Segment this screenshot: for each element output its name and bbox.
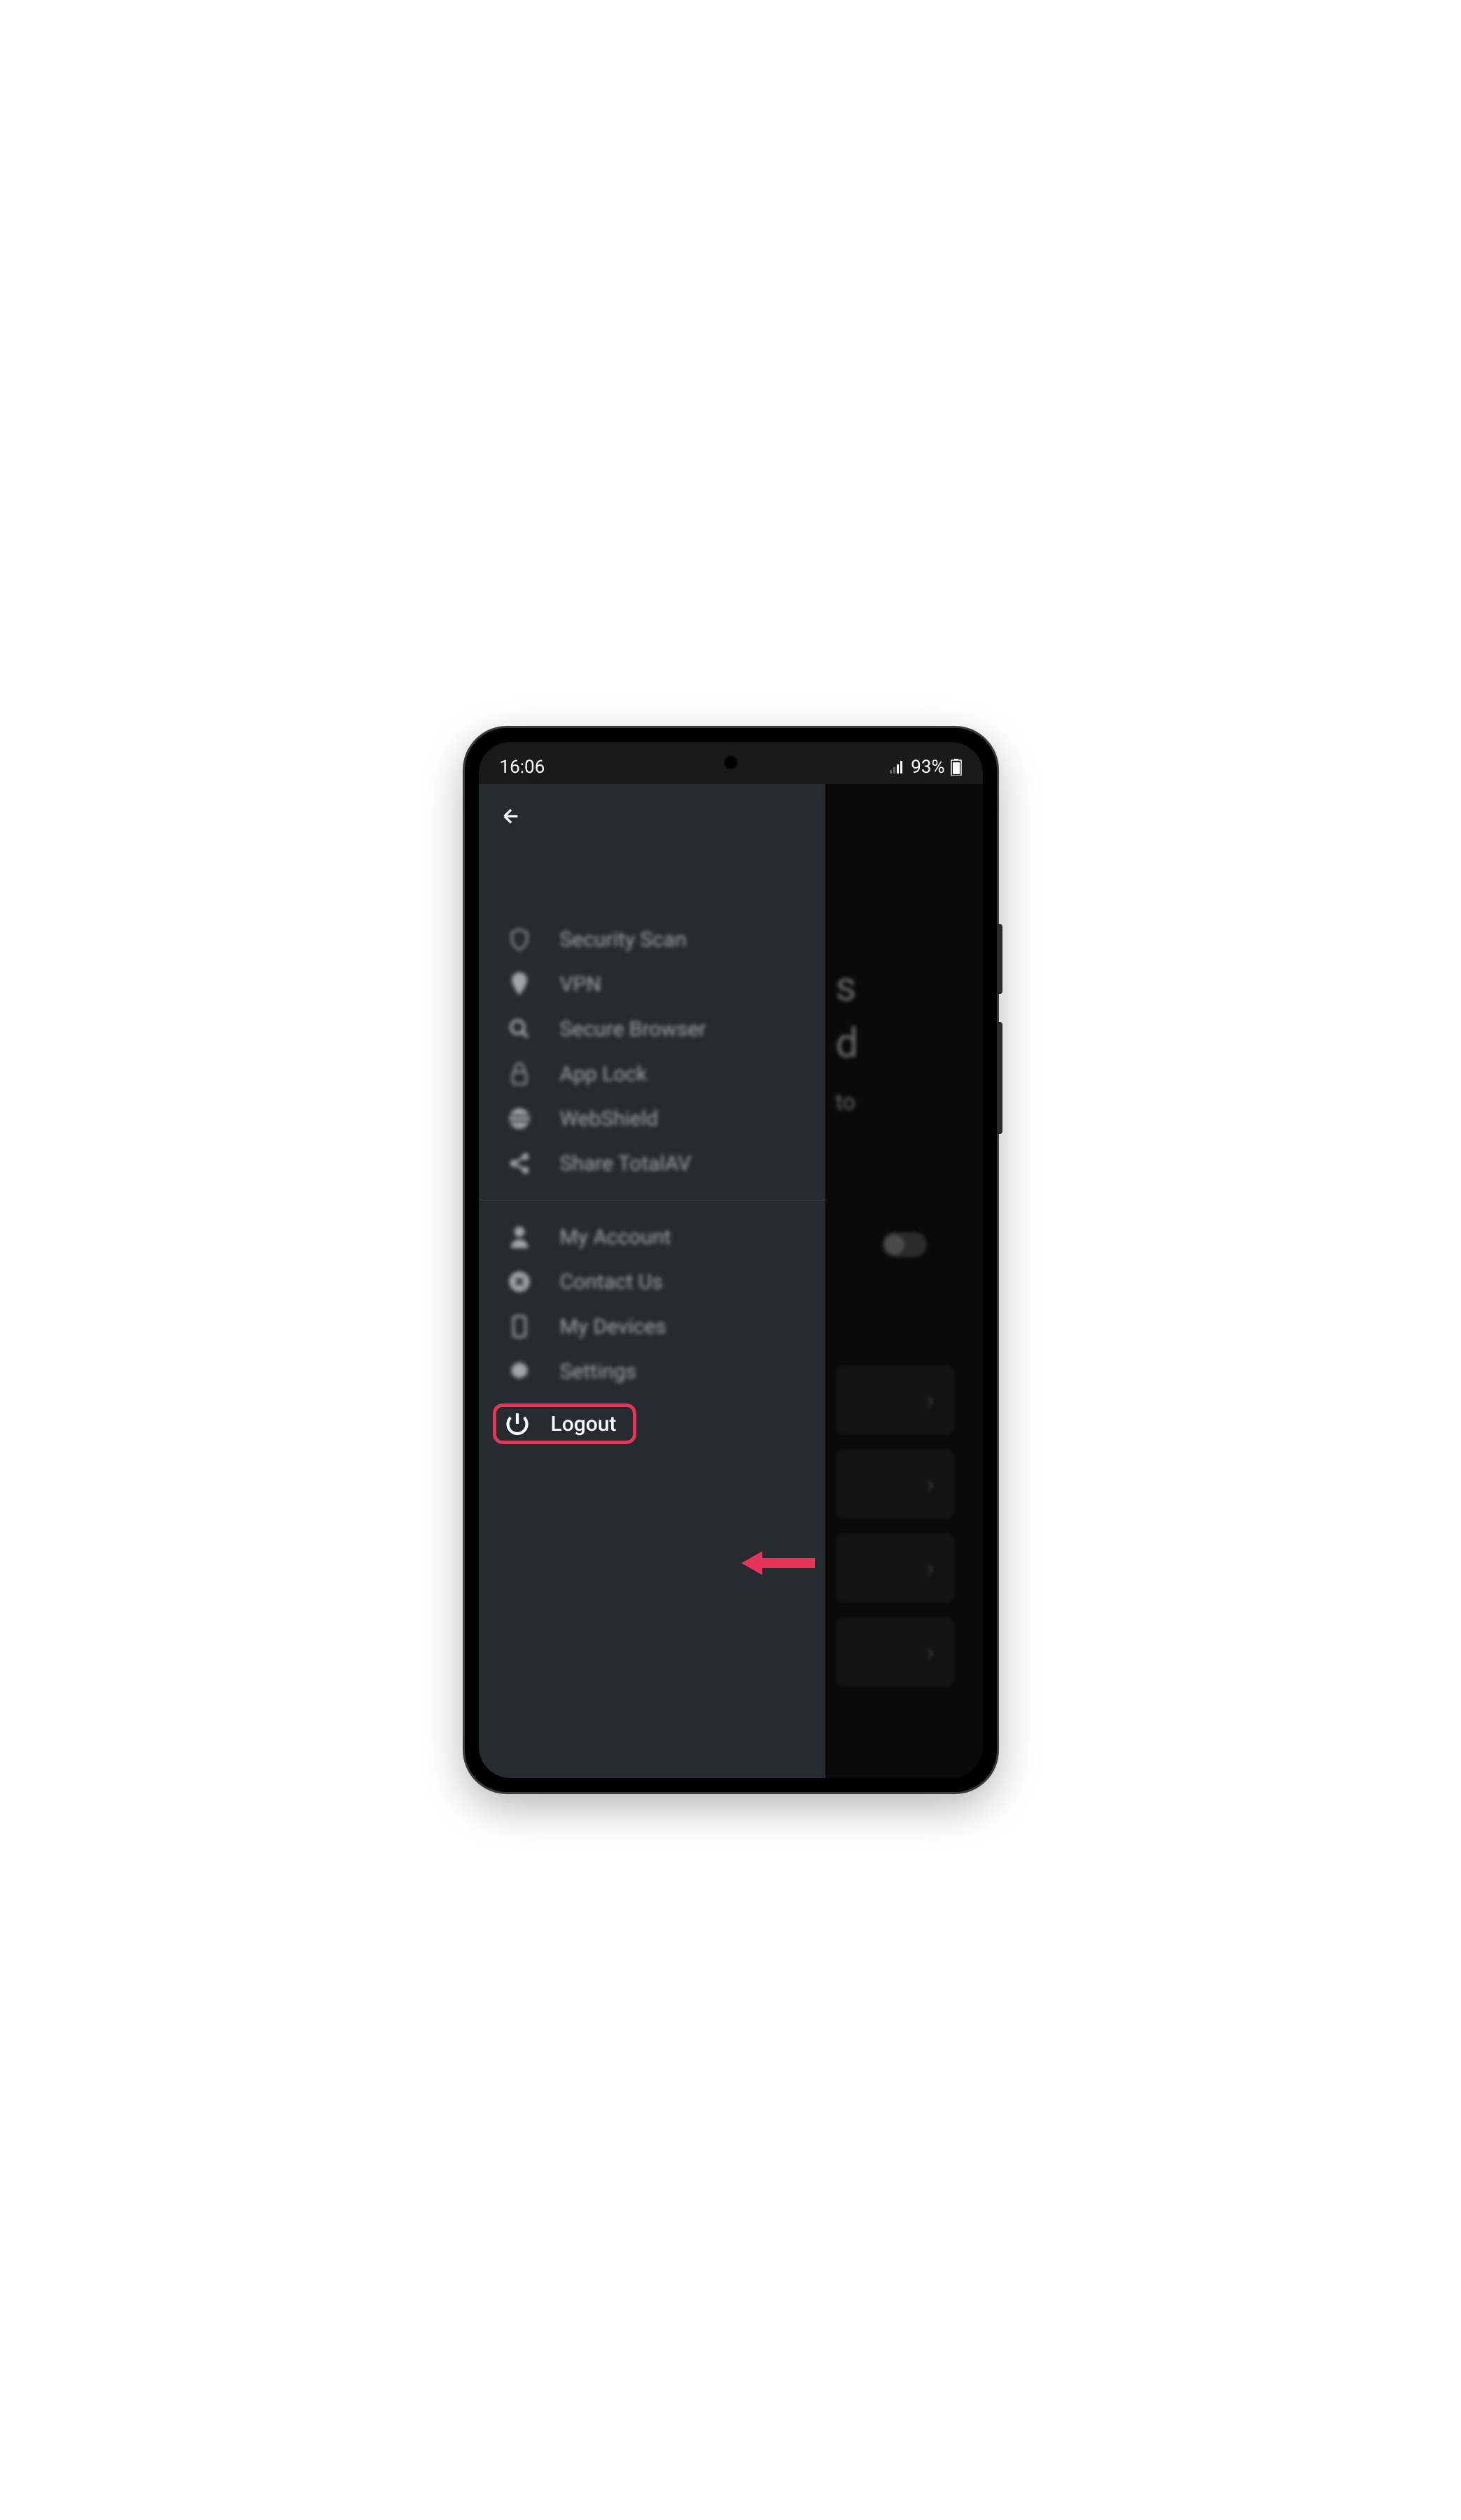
backdrop-list-item: › (836, 1365, 955, 1435)
menu-label: Settings (560, 1359, 637, 1384)
menu-label: My Devices (560, 1315, 666, 1339)
menu-item-logout[interactable]: Logout (493, 1404, 637, 1444)
menu-item-settings[interactable]: Settings (479, 1349, 825, 1394)
back-button[interactable] (479, 784, 825, 847)
lock-icon (507, 1061, 532, 1086)
phone-mockup-frame: 16:06 93% (465, 728, 997, 1792)
menu-item-vpn[interactable]: VPN (479, 962, 825, 1007)
menu-label: WebShield (560, 1107, 659, 1131)
volume-down-button (997, 1022, 1002, 1134)
navigation-drawer: Security Scan VPN (479, 784, 825, 1778)
phone-icon (507, 1314, 532, 1339)
menu-item-my-devices[interactable]: My Devices (479, 1304, 825, 1349)
front-camera (723, 755, 739, 770)
backdrop-list-item: › (836, 1449, 955, 1519)
share-icon (507, 1151, 532, 1176)
menu-item-secure-browser[interactable]: Secure Browser (479, 1007, 825, 1051)
circle-x-icon (507, 1269, 532, 1294)
globe-icon (507, 1106, 532, 1131)
backdrop-list: › › › › (836, 1365, 955, 1701)
backdrop-list-item: › (836, 1533, 955, 1603)
shield-icon (507, 927, 532, 952)
logout-label: Logout (551, 1412, 617, 1436)
menu-list: Security Scan VPN (479, 847, 825, 1454)
menu-label: App Lock (560, 1062, 648, 1086)
menu-item-app-lock[interactable]: App Lock (479, 1051, 825, 1096)
status-time: 16:06 (500, 757, 545, 778)
vpn-pin-icon (507, 972, 532, 997)
menu-label: VPN (560, 972, 601, 997)
menu-label: Security Scan (560, 927, 687, 952)
volume-up-button (997, 924, 1002, 994)
menu-item-security-scan[interactable]: Security Scan (479, 917, 825, 962)
menu-label: Share TotalAV (560, 1152, 692, 1176)
power-icon (505, 1411, 530, 1436)
battery-pct: 93% (911, 757, 944, 778)
gear-icon (507, 1359, 532, 1384)
menu-label: Contact Us (560, 1270, 663, 1294)
menu-label: Secure Browser (560, 1017, 706, 1042)
signal-icon (890, 761, 905, 774)
battery-icon (951, 759, 962, 776)
menu-item-contact-us[interactable]: Contact Us (479, 1259, 825, 1304)
user-icon (507, 1224, 532, 1250)
menu-label: My Account (560, 1225, 671, 1250)
annotation-arrow (738, 1546, 829, 1583)
menu-item-my-account[interactable]: My Account (479, 1214, 825, 1259)
phone-screen: 16:06 93% (479, 742, 983, 1778)
search-icon (507, 1016, 532, 1042)
menu-item-webshield[interactable]: WebShield (479, 1096, 825, 1141)
backdrop-toggle (882, 1232, 927, 1257)
backdrop-title: sd to (836, 959, 859, 1118)
status-right: 93% (890, 757, 961, 778)
menu-item-share[interactable]: Share TotalAV (479, 1141, 825, 1186)
backdrop-list-item: › (836, 1617, 955, 1687)
